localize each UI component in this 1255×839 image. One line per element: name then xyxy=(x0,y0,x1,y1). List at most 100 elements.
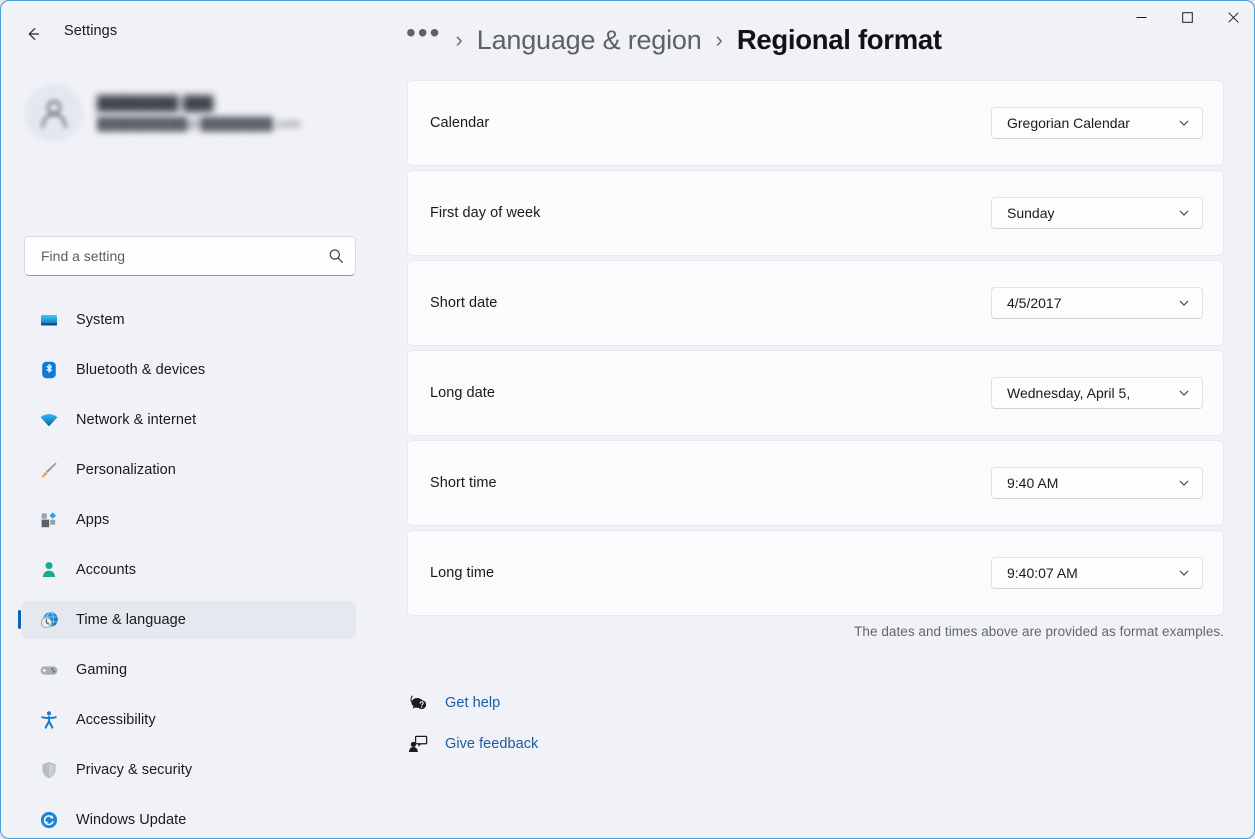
breadcrumb-separator-icon: › xyxy=(455,27,463,52)
breadcrumb-overflow-button[interactable]: ••• xyxy=(406,19,441,61)
sidebar-item-label: Apps xyxy=(76,512,110,528)
accessibility-icon xyxy=(38,709,60,731)
link-label: Give feedback xyxy=(445,735,539,752)
sidebar-item-personalization[interactable]: Personalization xyxy=(22,451,356,489)
maximize-button[interactable] xyxy=(1164,1,1210,33)
dropdown-value: Sunday xyxy=(1007,205,1055,221)
sidebar-item-system[interactable]: System xyxy=(22,301,356,339)
setting-row-calendar: Calendar Gregorian Calendar xyxy=(407,80,1224,166)
globe-clock-icon xyxy=(38,609,60,631)
chevron-down-icon xyxy=(1178,387,1190,399)
sidebar-item-windows-update[interactable]: Windows Update xyxy=(22,801,356,838)
setting-row-short-date: Short date 4/5/2017 xyxy=(407,260,1224,346)
sidebar-item-label: Time & language xyxy=(76,612,186,628)
long-time-dropdown[interactable]: 9:40:07 AM xyxy=(991,557,1203,589)
help-links: Get help Give feedback xyxy=(407,682,538,764)
close-button[interactable] xyxy=(1210,1,1254,33)
avatar xyxy=(25,84,83,142)
minimize-icon xyxy=(1136,12,1147,23)
monitor-icon xyxy=(38,309,60,331)
search-box[interactable] xyxy=(24,236,356,276)
app-title: Settings xyxy=(64,23,118,39)
get-help-link[interactable]: Get help xyxy=(407,682,538,723)
search-icon[interactable] xyxy=(328,248,344,264)
setting-label: First day of week xyxy=(430,205,541,221)
sidebar-item-label: Privacy & security xyxy=(76,762,193,778)
chevron-down-icon xyxy=(1178,297,1190,309)
sidebar: ████████ ███ ██████████@████████.com Fin… xyxy=(2,57,374,838)
setting-label: Long date xyxy=(430,385,495,401)
apps-grid-icon xyxy=(38,509,60,531)
long-date-dropdown[interactable]: Wednesday, April 5, xyxy=(991,377,1203,409)
chevron-down-icon xyxy=(1178,117,1190,129)
sidebar-item-label: System xyxy=(76,312,125,328)
sidebar-item-label: Gaming xyxy=(76,662,128,678)
sidebar-item-apps[interactable]: Apps xyxy=(22,501,356,539)
setting-label: Calendar xyxy=(430,115,490,131)
window-controls xyxy=(1118,1,1254,33)
sidebar-item-label: Personalization xyxy=(76,462,176,478)
sidebar-item-label: Bluetooth & devices xyxy=(76,362,206,378)
dropdown-value: 4/5/2017 xyxy=(1007,295,1062,311)
bluetooth-icon xyxy=(38,359,60,381)
gamepad-icon xyxy=(38,659,60,681)
dropdown-value: Gregorian Calendar xyxy=(1007,115,1130,131)
setting-label: Long time xyxy=(430,565,495,581)
arrow-left-icon xyxy=(24,25,42,43)
minimize-button[interactable] xyxy=(1118,1,1164,33)
sidebar-item-label: Windows Update xyxy=(76,812,187,828)
sidebar-item-time-language[interactable]: Time & language xyxy=(18,601,356,639)
person-avatar-icon xyxy=(36,95,72,131)
setting-row-long-date: Long date Wednesday, April 5, xyxy=(407,350,1224,436)
sidebar-item-label: Network & internet xyxy=(76,412,197,428)
feedback-person-icon xyxy=(407,733,429,755)
dropdown-value: Wednesday, April 5, xyxy=(1007,385,1131,401)
sidebar-item-gaming[interactable]: Gaming xyxy=(22,651,356,689)
profile-name: ████████ ███ xyxy=(97,95,214,111)
breadcrumb: ••• › Language & region › Regional forma… xyxy=(406,18,942,62)
sidebar-item-accessibility[interactable]: Accessibility xyxy=(22,701,356,739)
person-icon xyxy=(38,559,60,581)
chevron-down-icon xyxy=(1178,477,1190,489)
page-title: Regional format xyxy=(736,24,942,55)
setting-row-short-time: Short time 9:40 AM xyxy=(407,440,1224,526)
update-refresh-icon xyxy=(38,809,60,831)
breadcrumb-link-language-region[interactable]: Language & region xyxy=(477,25,702,56)
short-date-dropdown[interactable]: 4/5/2017 xyxy=(991,287,1203,319)
format-examples-note: The dates and times above are provided a… xyxy=(854,624,1224,639)
close-icon xyxy=(1227,11,1239,23)
give-feedback-link[interactable]: Give feedback xyxy=(407,723,538,764)
calendar-dropdown[interactable]: Gregorian Calendar xyxy=(991,107,1203,139)
setting-label: Short time xyxy=(430,475,497,491)
sidebar-item-accounts[interactable]: Accounts xyxy=(22,551,356,589)
settings-card-list: Calendar Gregorian Calendar First day of… xyxy=(407,80,1224,620)
breadcrumb-separator-icon: › xyxy=(715,27,723,52)
help-question-icon xyxy=(407,692,429,714)
wifi-icon xyxy=(38,409,60,431)
link-label: Get help xyxy=(445,694,501,711)
sidebar-item-bluetooth-devices[interactable]: Bluetooth & devices xyxy=(22,351,356,389)
maximize-icon xyxy=(1181,11,1193,23)
search-input[interactable] xyxy=(41,248,328,264)
setting-row-long-time: Long time 9:40:07 AM xyxy=(407,530,1224,616)
sidebar-item-network-internet[interactable]: Network & internet xyxy=(22,401,356,439)
profile-text: ████████ ███ ██████████@████████.com xyxy=(97,95,301,131)
sidebar-nav: System Bluetooth & devices Network & int… xyxy=(2,301,374,838)
first-day-of-week-dropdown[interactable]: Sunday xyxy=(991,197,1203,229)
content-pane: ••• › Language & region › Regional forma… xyxy=(374,2,1254,838)
back-button[interactable] xyxy=(17,18,49,49)
paintbrush-icon xyxy=(38,459,60,481)
settings-window: Settings ████████ ███ ██████████@███████… xyxy=(0,0,1255,839)
sidebar-item-privacy-security[interactable]: Privacy & security xyxy=(22,751,356,789)
setting-label: Short date xyxy=(430,295,498,311)
user-profile[interactable]: ████████ ███ ██████████@████████.com xyxy=(25,75,335,151)
dropdown-value: 9:40 AM xyxy=(1007,475,1059,491)
chevron-down-icon xyxy=(1178,567,1190,579)
profile-email: ██████████@████████.com xyxy=(97,117,301,131)
short-time-dropdown[interactable]: 9:40 AM xyxy=(991,467,1203,499)
shield-icon xyxy=(38,759,60,781)
sidebar-item-label: Accounts xyxy=(76,562,137,578)
setting-row-first-day-of-week: First day of week Sunday xyxy=(407,170,1224,256)
chevron-down-icon xyxy=(1178,207,1190,219)
dropdown-value: 9:40:07 AM xyxy=(1007,565,1078,581)
